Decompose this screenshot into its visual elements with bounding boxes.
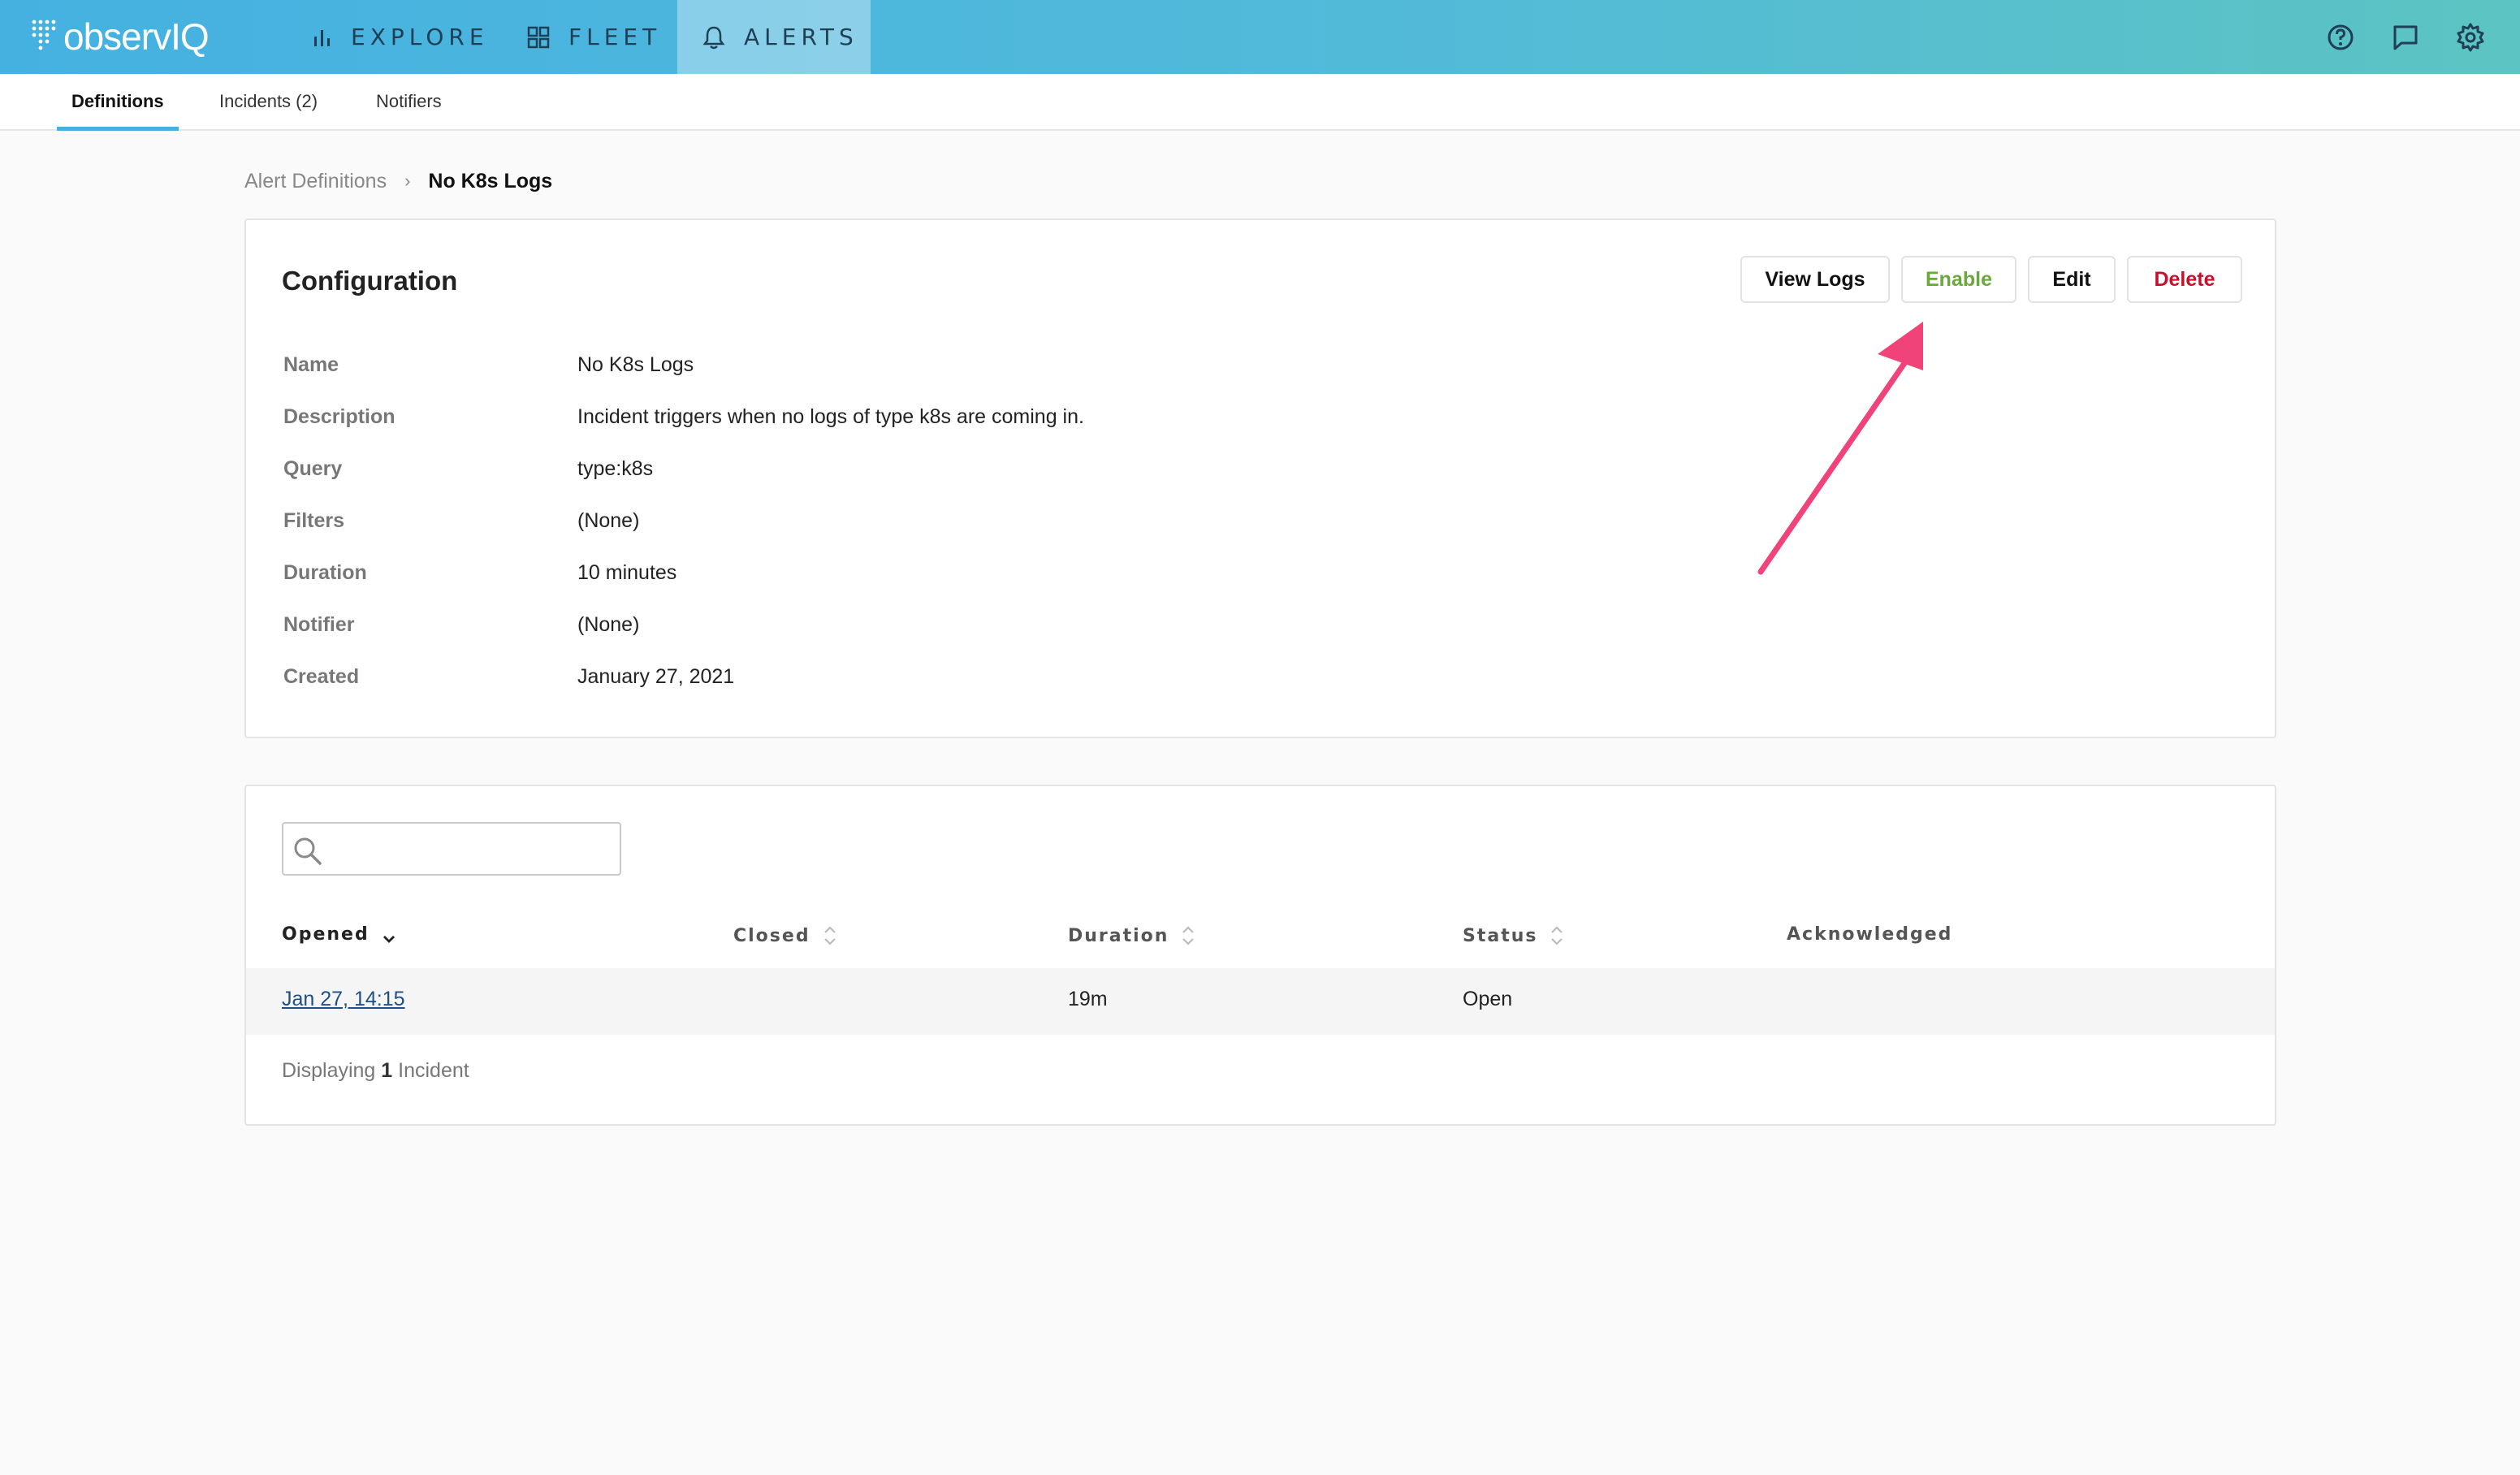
field-row-created: Created January 27, 2021 bbox=[282, 665, 1744, 694]
field-value: (None) bbox=[577, 509, 640, 532]
configuration-card: Configuration View Logs Enable Edit Dele… bbox=[244, 218, 2276, 738]
column-header-status[interactable]: Status bbox=[1463, 924, 1565, 947]
settings-icon[interactable] bbox=[2454, 21, 2487, 54]
delete-button[interactable]: Delete bbox=[2127, 256, 2242, 303]
tab-definitions[interactable]: Definitions bbox=[57, 74, 179, 131]
field-value: (None) bbox=[577, 613, 640, 636]
field-value: Incident triggers when no logs of type k… bbox=[577, 405, 1084, 428]
sort-icon bbox=[823, 926, 836, 945]
column-header-label: Closed bbox=[733, 925, 810, 946]
incident-count-number: 1 bbox=[381, 1059, 393, 1082]
field-label: Query bbox=[283, 457, 343, 480]
chat-icon[interactable] bbox=[2389, 21, 2422, 54]
incident-duration: 19m bbox=[1068, 988, 1108, 1010]
sub-nav-bar: Definitions Incidents (2) Notifiers bbox=[0, 74, 2520, 131]
nav-fleet-label: FLEET bbox=[568, 24, 662, 50]
incident-count-suffix: Incident bbox=[398, 1059, 469, 1082]
breadcrumb-current: No K8s Logs bbox=[428, 169, 553, 192]
table-row[interactable]: Jan 27, 14:15 19m Open bbox=[246, 968, 2275, 1035]
field-value: type:k8s bbox=[577, 457, 654, 480]
nav-alerts-label: ALERTS bbox=[744, 24, 858, 50]
field-label: Filters bbox=[283, 509, 345, 532]
field-row-filters: Filters (None) bbox=[282, 509, 1744, 539]
field-value: 10 minutes bbox=[577, 561, 677, 584]
field-label: Description bbox=[283, 405, 396, 428]
chevron-right-icon: › bbox=[404, 171, 411, 191]
logo-mark-icon bbox=[32, 19, 56, 50]
column-header-acknowledged: Acknowledged bbox=[1787, 924, 1952, 945]
field-value: No K8s Logs bbox=[577, 353, 694, 376]
search-input[interactable] bbox=[332, 830, 608, 867]
grid-icon bbox=[527, 26, 550, 48]
breadcrumb: Alert Definitions › No K8s Logs bbox=[244, 167, 552, 196]
column-header-label: Status bbox=[1463, 925, 1538, 946]
sort-icon bbox=[1551, 926, 1563, 945]
field-row-name: Name No K8s Logs bbox=[282, 353, 1744, 383]
bar-chart-icon bbox=[314, 29, 330, 46]
enable-button[interactable]: Enable bbox=[1901, 256, 2016, 303]
incident-opened-link[interactable]: Jan 27, 14:15 bbox=[282, 988, 405, 1011]
tab-incidents[interactable]: Incidents (2) bbox=[219, 74, 318, 129]
nav-explore[interactable]: EXPLORE bbox=[312, 0, 499, 74]
field-row-notifier: Notifier (None) bbox=[282, 613, 1744, 642]
configuration-title: Configuration bbox=[282, 266, 458, 296]
field-row-duration: Duration 10 minutes bbox=[282, 561, 1744, 590]
incidents-card: Opened Closed Duration Status Acknowledg… bbox=[244, 785, 2276, 1126]
incident-search bbox=[282, 822, 621, 876]
field-label: Name bbox=[283, 353, 339, 376]
sort-descending-icon bbox=[383, 935, 395, 943]
bell-icon bbox=[702, 26, 725, 49]
field-row-description: Description Incident triggers when no lo… bbox=[282, 405, 1744, 435]
field-label: Created bbox=[283, 665, 360, 688]
edit-button[interactable]: Edit bbox=[2028, 256, 2116, 303]
column-header-duration[interactable]: Duration bbox=[1068, 924, 1196, 947]
field-value: January 27, 2021 bbox=[577, 665, 735, 688]
column-header-label: Acknowledged bbox=[1787, 924, 1953, 945]
search-icon bbox=[294, 837, 322, 865]
logo-text: observIQ bbox=[63, 15, 210, 58]
nav-fleet[interactable]: FLEET bbox=[526, 0, 672, 74]
column-header-label: Duration bbox=[1068, 925, 1169, 946]
incident-status: Open bbox=[1463, 988, 1513, 1010]
column-header-opened[interactable]: Opened bbox=[282, 924, 397, 945]
observiq-logo[interactable]: observIQ bbox=[29, 10, 210, 63]
nav-alerts[interactable]: ALERTS bbox=[677, 0, 871, 74]
incident-count: Displaying 1 Incident bbox=[282, 1059, 469, 1083]
incident-count-prefix: Displaying bbox=[282, 1059, 376, 1082]
field-row-query: Query type:k8s bbox=[282, 457, 1744, 487]
column-header-closed[interactable]: Closed bbox=[733, 924, 838, 947]
field-label: Duration bbox=[283, 561, 367, 584]
sort-icon bbox=[1182, 926, 1195, 945]
help-icon[interactable] bbox=[2324, 21, 2357, 54]
tab-notifiers[interactable]: Notifiers bbox=[376, 74, 442, 129]
column-header-label: Opened bbox=[282, 924, 370, 945]
breadcrumb-alert-definitions-link[interactable]: Alert Definitions bbox=[244, 170, 387, 193]
top-nav-bar: observIQ EXPLORE FLEET ALERTS bbox=[0, 0, 2520, 74]
field-label: Notifier bbox=[283, 613, 355, 636]
view-logs-button[interactable]: View Logs bbox=[1740, 256, 1890, 303]
nav-explore-label: EXPLORE bbox=[351, 24, 489, 50]
